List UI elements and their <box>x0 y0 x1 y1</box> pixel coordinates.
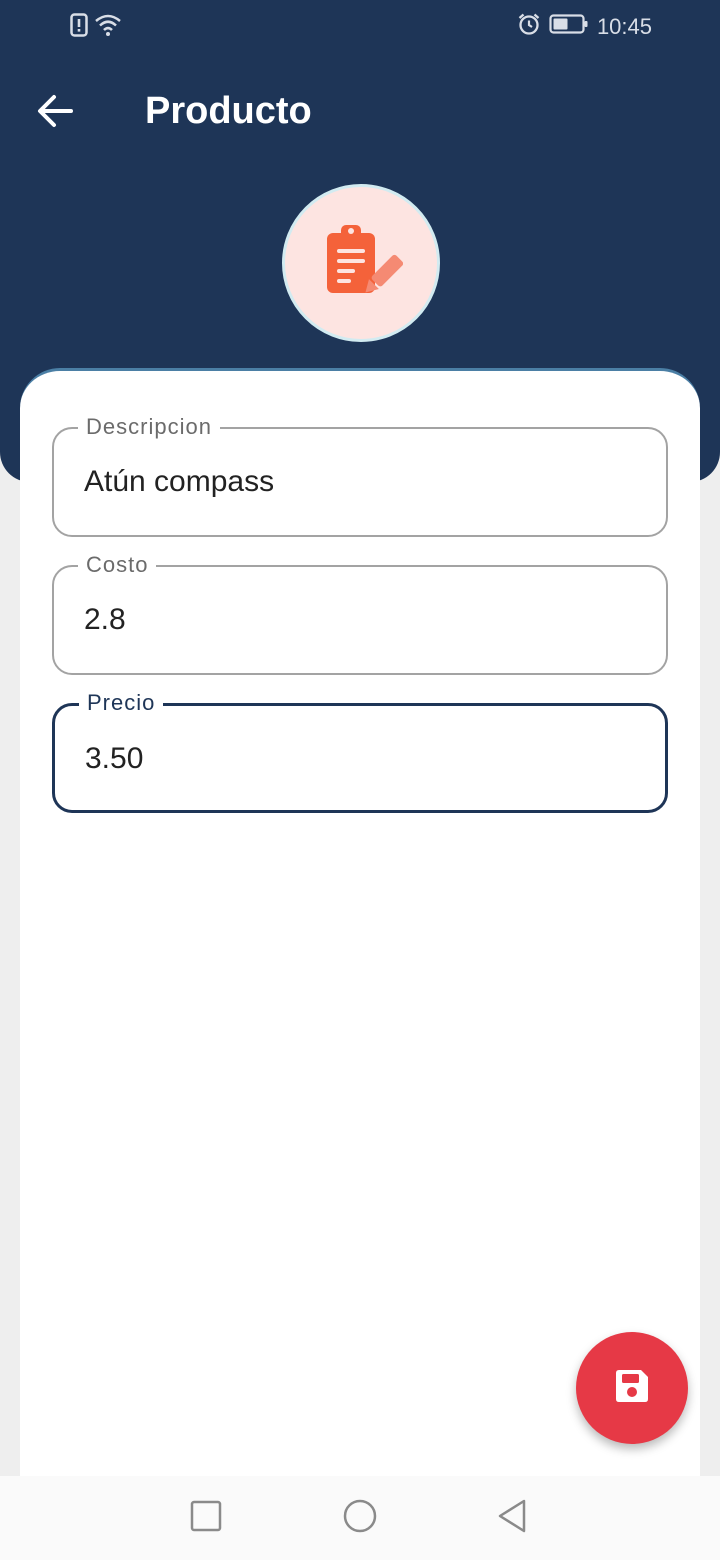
battery-icon <box>549 13 589 40</box>
cost-field[interactable]: Costo 2.8 <box>52 551 668 675</box>
price-value: 3.50 <box>85 742 144 775</box>
clipboard-edit-icon <box>319 219 404 308</box>
cost-label: Costo <box>78 551 157 579</box>
cost-value: 2.8 <box>84 603 126 636</box>
alert-icon <box>70 13 88 42</box>
page-title: Producto <box>145 90 312 132</box>
recents-square-icon <box>189 1499 223 1538</box>
arrow-left-icon <box>36 94 74 133</box>
status-time: 10:45 <box>596 13 652 39</box>
price-label: Precio <box>79 689 164 717</box>
avatar <box>282 184 440 342</box>
system-nav-bar <box>0 1476 720 1560</box>
save-icon <box>612 1366 652 1411</box>
alarm-icon <box>517 12 541 41</box>
home-button[interactable] <box>340 1498 380 1538</box>
status-right-icons: 10:45 <box>517 12 652 41</box>
back-triangle-icon <box>495 1498 529 1539</box>
description-label: Descripcion <box>78 413 220 441</box>
back-button[interactable] <box>30 88 80 138</box>
status-bar: 10:45 <box>0 0 720 56</box>
form-card: Descripcion Atún compass Costo 2.8 Preci… <box>20 368 700 1488</box>
description-field[interactable]: Descripcion Atún compass <box>52 413 668 537</box>
save-button[interactable] <box>576 1332 688 1444</box>
app-bar: Producto <box>0 72 720 152</box>
back-nav-button[interactable] <box>492 1498 532 1538</box>
status-left-icons <box>70 13 122 42</box>
price-field[interactable]: Precio 3.50 <box>52 689 668 813</box>
home-circle-icon <box>342 1498 378 1539</box>
description-value: Atún compass <box>84 465 275 498</box>
recents-button[interactable] <box>186 1498 226 1538</box>
wifi-icon <box>94 13 122 42</box>
